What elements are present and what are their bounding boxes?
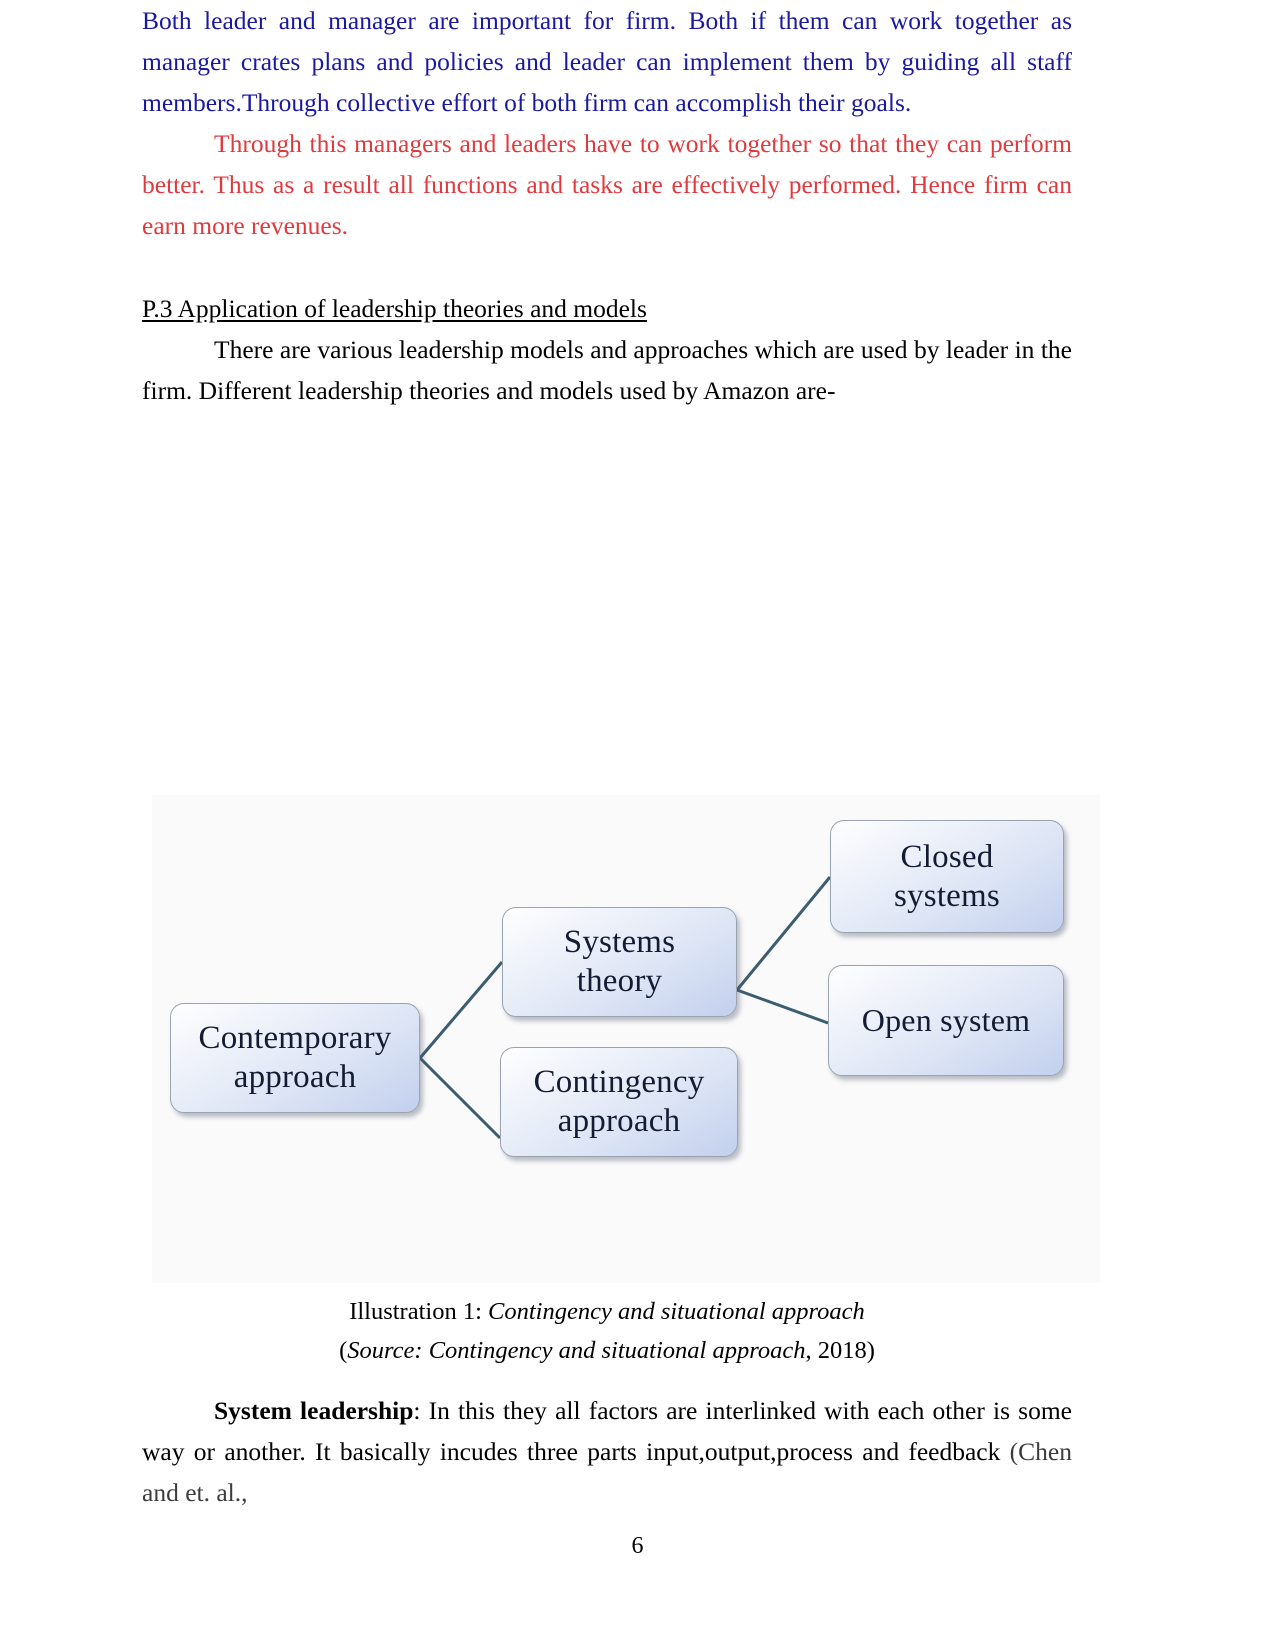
diagram-box-closed-systems: Closed systems <box>830 820 1064 933</box>
illustration-image: Contemporary approach Systems theory Con… <box>152 795 1100 1283</box>
page-content-bottom: System leadership: In this they all fact… <box>142 1390 1072 1513</box>
diagram-box-contemporary-approach: Contemporary approach <box>170 1003 420 1113</box>
box-line-2: theory <box>576 963 663 999</box>
paragraph-red-text: Through this managers and leaders have t… <box>142 129 1072 240</box>
connector-systems-closed <box>735 876 832 991</box>
box-line-1: Open system <box>861 1001 1031 1038</box>
connector-contemporary-contingency <box>418 1056 502 1140</box>
page-content: Both leader and manager are important fo… <box>142 0 1072 411</box>
document-page: Both leader and manager are important fo… <box>0 0 1275 1650</box>
paragraph-red: Through this managers and leaders have t… <box>142 123 1072 246</box>
source-year: , 2018) <box>805 1337 875 1364</box>
caption-prefix: Illustration 1: <box>349 1298 489 1325</box>
connector-systems-open <box>736 988 829 1025</box>
paragraph-system-leadership: System leadership: In this they all fact… <box>142 1390 1072 1513</box>
connector-contemporary-systems <box>418 961 504 1059</box>
figure-caption-line-1: Illustration 1: Contingency and situatio… <box>142 1292 1072 1331</box>
figure-caption-line-2: (Source: Contingency and situational app… <box>142 1331 1072 1370</box>
diagram-box-contingency-approach: Contingency approach <box>500 1047 738 1157</box>
box-line-1: Contingency <box>533 1064 705 1101</box>
paragraph-intro-text: There are various leadership models and … <box>142 335 1072 405</box>
heading-block: P.3 Application of leadership theories a… <box>142 288 1072 329</box>
box-line-1: Contemporary <box>198 1020 392 1057</box>
paragraph-intro: There are various leadership models and … <box>142 329 1072 411</box>
box-line-2: approach <box>557 1103 681 1139</box>
paragraph-blue: Both leader and manager are important fo… <box>142 6 1072 117</box>
box-line-1: Systems <box>563 924 676 961</box>
section-heading: P.3 Application of leadership theories a… <box>142 294 647 323</box>
box-line-2: systems <box>894 877 1000 914</box>
diagram-box-systems-theory: Systems theory <box>502 907 737 1017</box>
box-line-2: approach <box>233 1059 357 1095</box>
caption-title: Contingency and situational approach <box>488 1298 865 1325</box>
figure-caption: Illustration 1: Contingency and situatio… <box>142 1292 1072 1370</box>
page-number: 6 <box>631 1533 644 1559</box>
diagram-box-open-system: Open system <box>828 965 1064 1076</box>
system-leadership-label: System leadership <box>214 1396 414 1425</box>
box-line-1: Closed <box>900 838 994 875</box>
source-title: Source: Contingency and situational appr… <box>347 1337 806 1364</box>
